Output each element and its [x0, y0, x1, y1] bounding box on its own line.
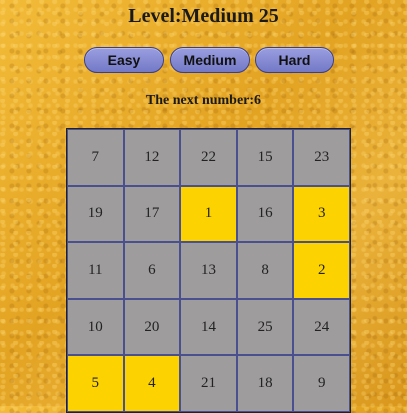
level-selector: Easy Medium Hard — [0, 47, 407, 73]
grid-cell[interactable]: 10 — [67, 298, 124, 356]
grid-cell[interactable]: 1 — [180, 185, 237, 243]
grid-cell[interactable]: 5 — [67, 355, 124, 412]
grid-cell[interactable]: 16 — [236, 185, 294, 243]
easy-button[interactable]: Easy — [84, 47, 164, 73]
grid-cell[interactable]: 18 — [236, 355, 294, 412]
next-number-label: The next number:6 — [145, 93, 262, 108]
grid-cell[interactable]: 7 — [67, 129, 124, 186]
grid-cell[interactable]: 23 — [293, 129, 350, 186]
grid-cell[interactable]: 25 — [236, 298, 294, 356]
grid-cell[interactable]: 8 — [236, 242, 294, 299]
grid-cell[interactable]: 4 — [123, 355, 181, 412]
grid-cell[interactable]: 13 — [180, 242, 237, 299]
grid-cell[interactable]: 15 — [236, 129, 294, 186]
level-title: Level:Medium 25 — [128, 5, 279, 27]
grid-cell[interactable]: 20 — [123, 298, 181, 356]
number-grid: 7 12 22 15 23 19 17 1 16 3 11 6 13 8 2 1… — [66, 128, 351, 413]
grid-cell[interactable]: 14 — [180, 298, 237, 356]
grid-cell[interactable]: 21 — [180, 355, 237, 412]
grid-cell[interactable]: 6 — [123, 242, 181, 299]
grid-cell[interactable]: 3 — [293, 185, 350, 243]
grid-cell[interactable]: 11 — [67, 242, 124, 299]
grid-cell[interactable]: 2 — [293, 242, 350, 299]
grid-cell[interactable]: 9 — [293, 355, 350, 412]
medium-button[interactable]: Medium — [170, 47, 250, 73]
grid-cell[interactable]: 22 — [180, 129, 237, 186]
grid-cell[interactable]: 19 — [67, 185, 124, 243]
hard-button[interactable]: Hard — [255, 47, 334, 73]
grid-cell[interactable]: 12 — [123, 129, 181, 186]
grid-cell[interactable]: 24 — [293, 298, 350, 356]
grid-cell[interactable]: 17 — [123, 185, 181, 243]
